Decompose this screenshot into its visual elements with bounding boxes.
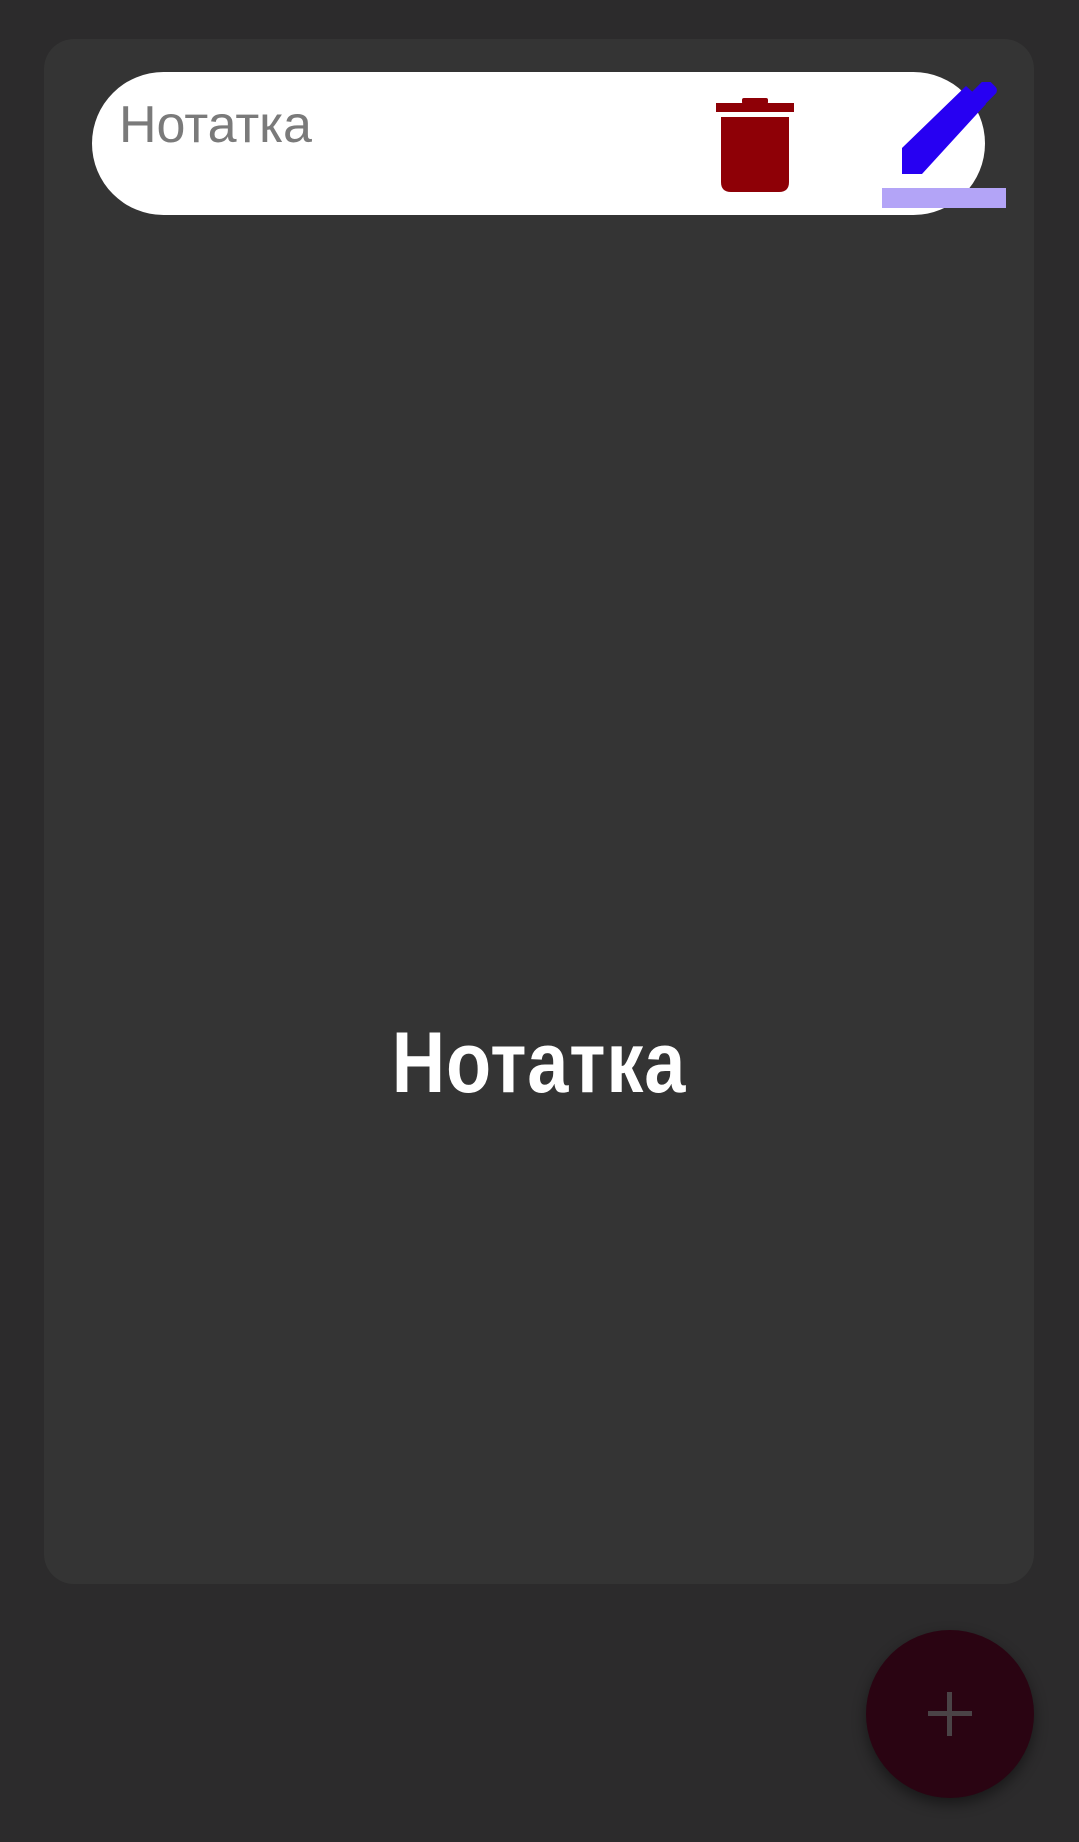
- pencil-icon: [902, 82, 997, 174]
- edit-underline: [882, 188, 1006, 208]
- note-title-bar: [92, 72, 1006, 215]
- note-display-title: Нотатка: [391, 1015, 687, 1111]
- delete-button[interactable]: [716, 98, 794, 192]
- note-card[interactable]: Нотатка: [44, 39, 1034, 1584]
- edit-button[interactable]: [882, 82, 1006, 208]
- note-title-input[interactable]: [119, 90, 679, 160]
- app-screen: Нотатка: [0, 0, 1079, 1842]
- trash-icon: [716, 98, 794, 192]
- add-note-button[interactable]: [866, 1630, 1034, 1798]
